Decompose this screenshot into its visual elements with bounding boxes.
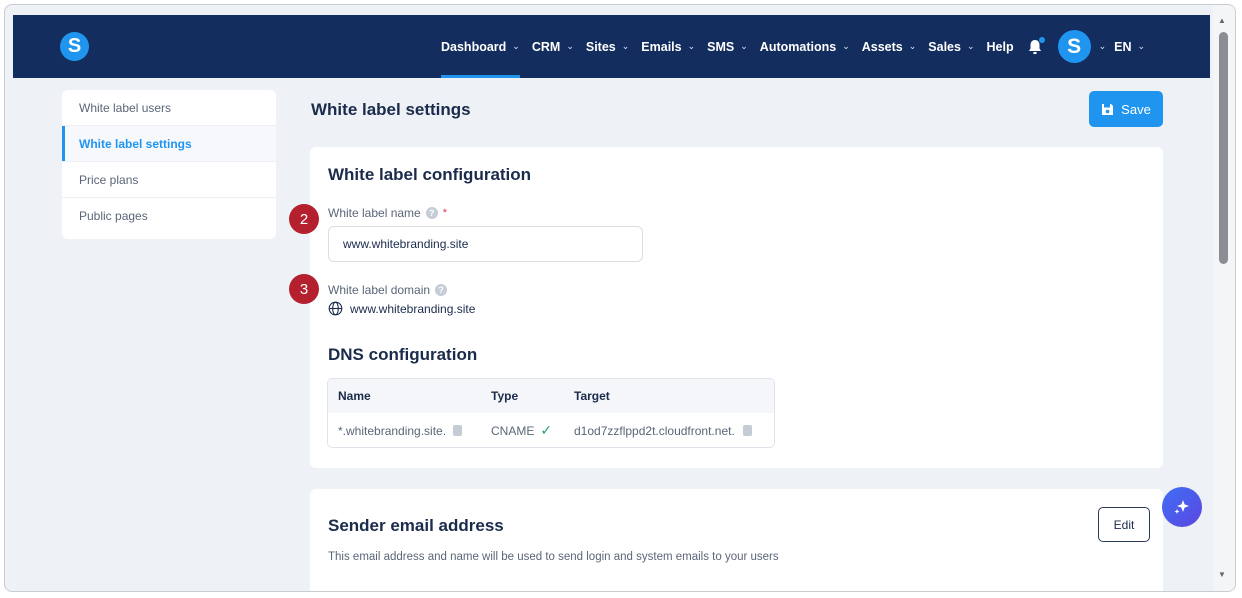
dns-name-value: *.whitebranding.site. [338,423,447,438]
nav-help[interactable]: Help [987,15,1014,78]
save-icon [1102,103,1114,115]
column-header-type: Type [491,389,519,403]
settings-sidebar: White label users White label settings P… [62,90,276,239]
page-title: White label settings [311,100,471,119]
help-icon[interactable]: ? [435,284,448,296]
domain-label-text: White label domain [328,283,431,297]
sender-email-card: Sender email address Edit This email add… [310,489,1163,591]
main-nav: Dashboard ⌄ CRM ⌄ Sites ⌄ Emails ⌄ SMS ⌄ Auto… [441,15,1157,78]
chevron-down-icon: ⌄ [740,41,748,51]
ai-assistant-button[interactable] [1162,487,1202,527]
nav-label: Sites [585,39,616,54]
copy-icon[interactable] [742,425,752,436]
app-logo[interactable]: S [60,32,89,61]
nav-automations[interactable]: Automations ⌄ [760,15,850,78]
white-label-domain-value: www.whitebranding.site [328,301,475,316]
dns-name-cell: *.whitebranding.site. [328,424,482,438]
nav-label: Dashboard [441,39,507,54]
scroll-thumb[interactable] [1219,32,1228,264]
nav-label: Help [986,39,1014,54]
column-header-target: Target [574,389,610,403]
copy-icon[interactable] [453,425,463,436]
domain-text: www.whitebranding.site [350,301,476,316]
dns-target-cell: d1od7zzflppd2t.cloudfront.net. [565,424,774,438]
save-button[interactable]: Save [1089,91,1163,127]
nav-dashboard[interactable]: Dashboard ⌄ [441,15,520,78]
config-title: White label configuration [328,165,532,184]
edit-button[interactable]: Edit [1098,507,1150,542]
chevron-down-icon: ⌄ [842,41,850,51]
required-mark: * [442,207,447,219]
language-selector[interactable]: ⌄ EN ⌄ [1099,15,1145,78]
white-label-name-label: White label name ? * [328,206,447,220]
sidebar-item-price-plans[interactable]: Price plans [62,162,276,198]
page-scrollbar[interactable]: ▲ ▼ [1213,5,1235,591]
column-header-name: Name [338,389,371,403]
check-icon: ✓ [540,422,553,438]
step-badge: 3 [289,274,319,304]
nav-label: Emails [641,39,682,54]
white-label-name-input[interactable]: www.whitebranding.site [328,226,643,262]
dns-title: DNS configuration [328,345,478,364]
language-label: EN [1114,39,1132,54]
top-navbar: S Dashboard ⌄ CRM ⌄ Sites ⌄ Emails ⌄ SMS ⌄ Au… [13,15,1210,78]
nav-label: Assets [861,39,903,54]
nav-assets[interactable]: Assets ⌄ [862,15,917,78]
chevron-down-icon: ⌄ [621,41,630,51]
step-badge: 2 [289,204,319,234]
nav-label: Automations [759,39,837,54]
nav-label: CRM [531,39,561,54]
scroll-up-arrow-icon[interactable]: ▲ [1218,16,1226,25]
nav-label: SMS [707,39,735,54]
chevron-down-icon: ⌄ [566,41,574,51]
white-label-domain-label: White label domain ? [328,283,448,297]
chevron-down-icon: ⌄ [1098,41,1107,51]
chevron-down-icon: ⌄ [908,41,917,51]
chevron-down-icon: ⌄ [1137,41,1146,51]
table-row: *.whitebranding.site. CNAME ✓ d1od7zzflpp… [328,413,774,447]
nav-emails[interactable]: Emails ⌄ [641,15,695,78]
scroll-down-arrow-icon[interactable]: ▼ [1218,570,1226,579]
dns-table: Name Type Target *.whitebranding.site. C… [327,378,775,448]
dns-type-cell: CNAME ✓ [482,422,565,439]
help-icon[interactable]: ? [425,207,438,219]
sidebar-item-white-label-users[interactable]: White label users [62,90,276,126]
sidebar-item-white-label-settings[interactable]: White label settings [62,126,276,162]
nav-label: Sales [928,39,961,54]
nav-crm[interactable]: CRM ⌄ [532,15,574,78]
bell-icon[interactable] [1026,36,1045,56]
nav-sites[interactable]: Sites ⌄ [586,15,629,78]
globe-icon [328,301,343,316]
save-label: Save [1121,101,1151,117]
app-window: S Dashboard ⌄ CRM ⌄ Sites ⌄ Emails ⌄ SMS ⌄ Au… [4,4,1236,592]
notification-dot [1038,36,1045,43]
sender-title: Sender email address [328,516,504,535]
sidebar-item-public-pages[interactable]: Public pages [62,198,276,234]
sender-description: This email address and name will be used… [328,551,779,563]
chevron-down-icon: ⌄ [966,41,975,51]
dns-type-value: CNAME [491,423,535,438]
dns-target-value: d1od7zzflppd2t.cloudfront.net. [574,423,735,438]
name-label-text: White label name [328,206,421,220]
nav-sales[interactable]: Sales ⌄ [928,15,974,78]
sparkle-icon [1174,500,1189,514]
chevron-down-icon: ⌄ [512,41,520,51]
chevron-down-icon: ⌄ [687,41,696,51]
table-header: Name Type Target [328,379,774,413]
nav-sms[interactable]: SMS ⌄ [707,15,748,78]
white-label-config-card: White label configuration White label na… [310,147,1163,468]
user-avatar[interactable]: S [1057,30,1091,63]
